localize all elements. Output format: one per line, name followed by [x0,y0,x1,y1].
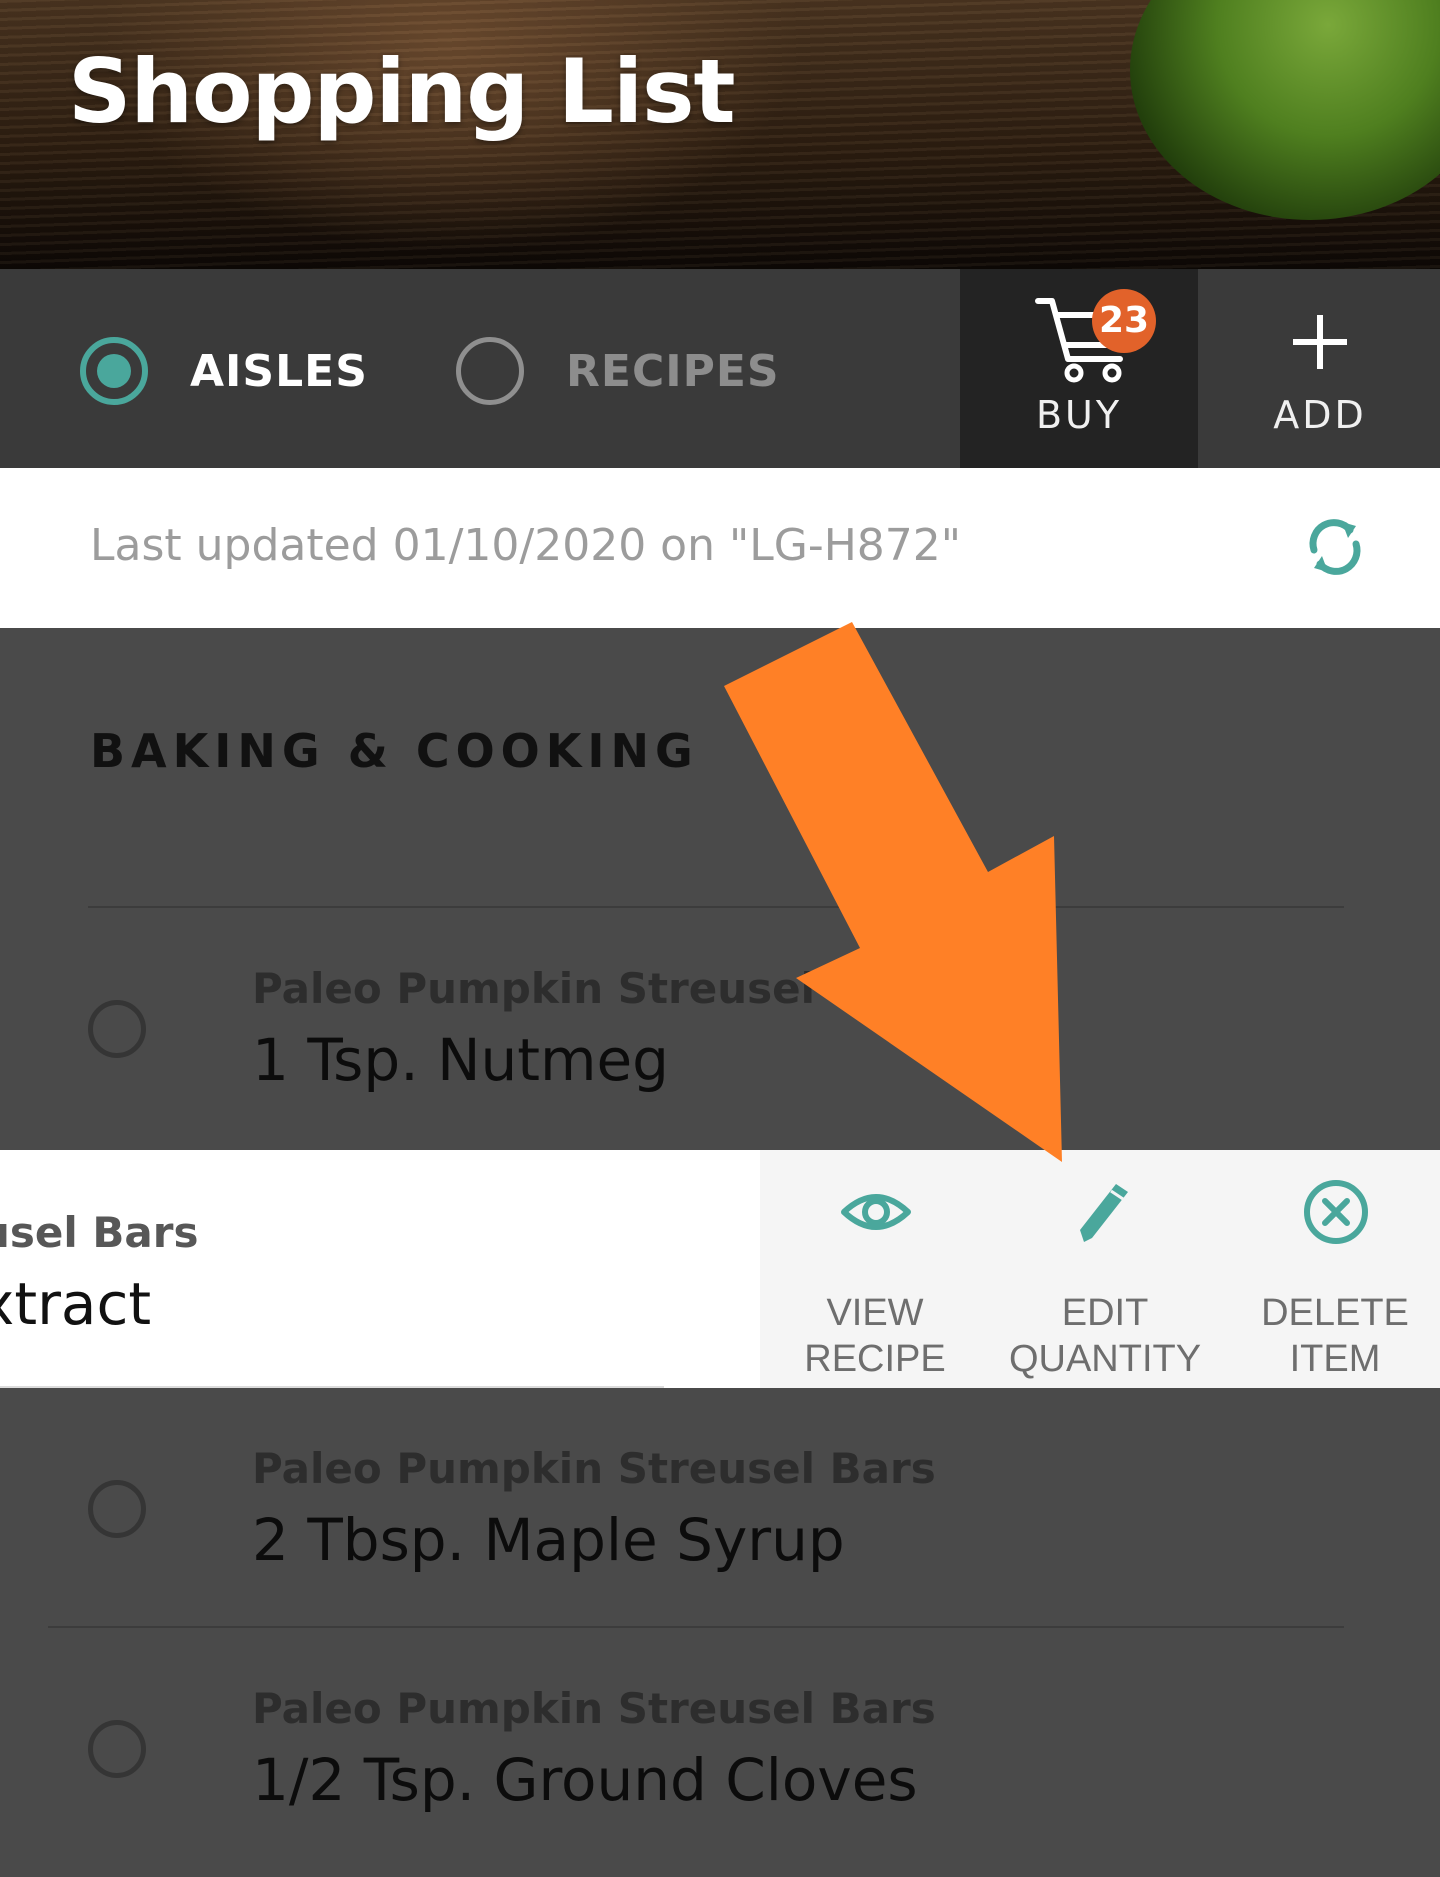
recipes-radio-icon [456,337,524,405]
swipe-actions-panel: VIEW RECIPE EDIT QUANTITY DELETE ITEM [760,1150,1440,1388]
list-item[interactable]: Paleo Pumpkin Streusel Bars 1/2 Tsp. Gro… [0,1648,1440,1848]
cart-count-badge: 23 [1092,289,1156,353]
divider [88,906,1344,908]
delete-item-label: DELETE ITEM [1261,1292,1409,1380]
edit-quantity-button[interactable]: EDIT QUANTITY [990,1150,1220,1388]
list-item[interactable]: Paleo Pumpkin Streusel Bars 2 Tbsp. Mapl… [0,1408,1440,1608]
sync-icon[interactable] [1302,514,1368,580]
swiped-item-recipe: usel Bars [0,1208,199,1257]
aisle-section-title: BAKING & COOKING [90,724,699,778]
add-label: ADD [1273,393,1367,437]
add-button[interactable]: ADD [1200,269,1440,468]
aisles-radio-icon [80,337,148,405]
item-recipe-name: Paleo Pumpkin Streusel Bars [252,1444,936,1493]
item-recipe-name: Paleo Pumpkin Streusel Bars [252,964,936,1013]
divider [0,1386,664,1388]
edit-quantity-label: EDIT QUANTITY [1008,1292,1202,1380]
page-title: Shopping List [68,40,736,143]
plus-icon [1293,315,1347,369]
sync-status-bar: Last updated 01/10/2020 on "LG-H872" [0,468,1440,628]
buy-button[interactable]: 23 BUY [960,269,1198,468]
aisles-toggle[interactable]: AISLES [80,331,368,411]
delete-item-button[interactable]: DELETE ITEM [1220,1150,1440,1388]
swiped-item-content[interactable]: usel Bars xtract [0,1150,760,1388]
toolbar: AISLES RECIPES 23 BUY ADD [0,269,1440,468]
divider [48,1626,1344,1628]
item-name: 1/2 Tsp. Ground Cloves [252,1746,918,1814]
view-recipe-label: VIEW RECIPE [804,1292,946,1380]
last-updated-text: Last updated 01/10/2020 on "LG-H872" [90,520,961,571]
view-recipe-button[interactable]: VIEW RECIPE [760,1150,990,1388]
item-name: 1 Tsp. Nutmeg [252,1026,669,1094]
list-item[interactable]: Paleo Pumpkin Streusel Bars 1 Tsp. Nutme… [0,928,1440,1128]
close-circle-icon [1304,1180,1368,1244]
item-check-circle[interactable] [88,1000,146,1058]
recipes-toggle[interactable]: RECIPES [456,331,780,411]
header-banner: Shopping List [0,0,1440,269]
pencil-icon [1080,1184,1128,1242]
item-name: 2 Tbsp. Maple Syrup [252,1506,845,1574]
swiped-list-item[interactable]: usel Bars xtract VIEW RECIPE EDIT QUANTI… [0,1150,1440,1388]
aisles-label: AISLES [190,345,368,397]
item-check-circle[interactable] [88,1720,146,1778]
buy-label: BUY [1035,393,1123,437]
item-recipe-name: Paleo Pumpkin Streusel Bars [252,1684,936,1733]
swiped-item-name: xtract [0,1270,152,1338]
recipes-label: RECIPES [566,345,780,397]
item-check-circle[interactable] [88,1480,146,1538]
eye-icon [841,1194,911,1230]
